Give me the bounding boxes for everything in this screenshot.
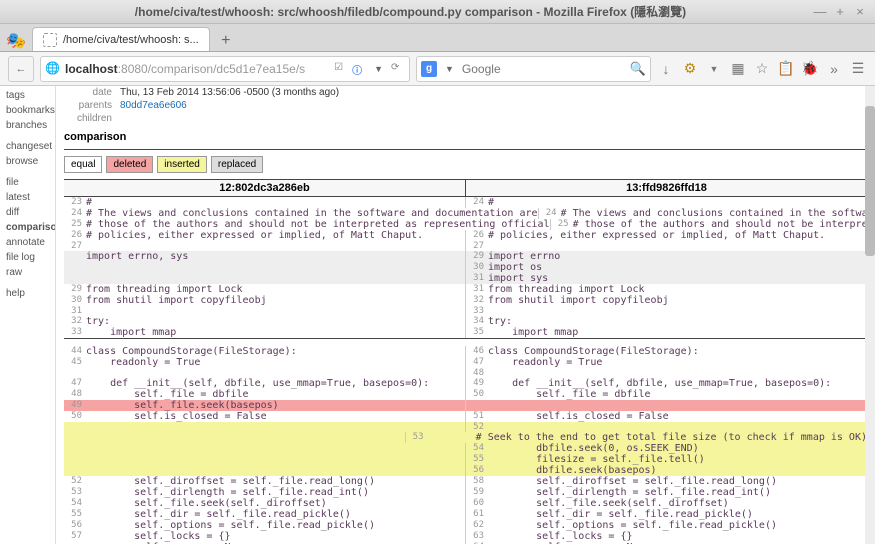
sidebar-item-help[interactable]: help [0,286,55,301]
search-engine-dropdown-icon[interactable]: ▼ [441,64,458,74]
url-text: localhost:8080/comparison/dc5d1e7ea15e/s [65,62,330,76]
sidebar-item-comparison[interactable]: comparison [0,220,55,235]
meta-date-label: date [64,87,112,98]
titlebar: /home/civa/test/whoosh: src/whoosh/filed… [0,0,875,24]
search-bar[interactable]: g ▼ 🔍 [416,56,651,82]
url-bar[interactable]: 🌐 localhost:8080/comparison/dc5d1e7ea15e… [40,56,410,82]
main-panel: date Thu, 13 Feb 2014 13:56:06 -0500 (3 m… [56,86,875,544]
reload-icon[interactable]: ⟳ [391,62,405,76]
tiles-icon[interactable]: ▦ [729,60,747,78]
diff-header-left: 12:802dc3a286eb [64,180,465,196]
close-button[interactable]: × [853,5,867,19]
sidebar-item-tags[interactable]: tags [0,88,55,103]
bookmark-star-icon[interactable]: ☆ [753,60,771,78]
window-title: /home/civa/test/whoosh: src/whoosh/filed… [8,3,813,20]
library-icon[interactable]: 📋 [777,60,795,78]
sidebar-item-branches[interactable]: branches [0,118,55,133]
sidebar-item-bookmarks[interactable]: bookmarks [0,103,55,118]
sidebar-item-file[interactable]: file [0,175,55,190]
addon-icon[interactable]: ⚙ [681,60,699,78]
minimize-button[interactable]: — [813,5,827,19]
new-tab-button[interactable]: + [216,31,236,51]
search-input[interactable] [462,62,626,76]
sidebar-item-browse[interactable]: browse [0,154,55,169]
reader-icon[interactable]: ☑ [334,62,348,76]
sidebar-item-annotate[interactable]: annotate [0,235,55,250]
sidebar-item-diff[interactable]: diff [0,205,55,220]
private-mask-icon: 🎭 [6,31,26,51]
bug-icon[interactable]: 🐞 [801,60,819,78]
favicon-icon [43,33,57,47]
sidebar-item-changeset[interactable]: changeset [0,139,55,154]
downloads-icon[interactable]: ↓ [657,60,675,78]
legend-equal: equal [64,156,102,173]
legend-replaced: replaced [211,156,263,173]
addon-dropdown-icon[interactable]: ▼ [705,60,723,78]
url-dropdown-icon[interactable]: ▼ [370,64,387,74]
maximize-button[interactable]: + [833,5,847,19]
search-icon[interactable]: 🔍 [630,61,646,77]
menu-icon[interactable]: ☰ [849,60,867,78]
info-icon[interactable]: ⓘ [352,62,366,76]
meta-date: Thu, 13 Feb 2014 13:56:06 -0500 (3 month… [120,87,339,98]
legend: equal deleted inserted replaced [64,156,867,173]
legend-inserted: inserted [157,156,207,173]
globe-icon: 🌐 [45,61,61,77]
comparison-heading: comparison [64,125,867,150]
back-button[interactable]: ← [8,56,34,82]
google-icon[interactable]: g [421,61,437,77]
content-area: tags bookmarks branches changeset browse… [0,86,875,544]
meta-parents-link[interactable]: 80dd7ea6e606 [120,100,187,111]
sidebar-item-latest[interactable]: latest [0,190,55,205]
sidebar-item-raw[interactable]: raw [0,265,55,280]
scrollbar-thumb[interactable] [865,106,875,256]
meta-parents-label: parents [64,100,112,111]
meta-children-label: children [64,113,112,124]
diff-header: 12:802dc3a286eb 13:ffd9826ffd18 [64,179,867,197]
tab-bar: 🎭 /home/civa/test/whoosh: s... + [0,24,875,52]
sidebar: tags bookmarks branches changeset browse… [0,86,56,544]
sidebar-item-filelog[interactable]: file log [0,250,55,265]
overflow-icon[interactable]: » [825,60,843,78]
diff-header-right: 13:ffd9826ffd18 [465,180,867,196]
toolbar: ← 🌐 localhost:8080/comparison/dc5d1e7ea1… [0,52,875,86]
diff-body: 23#24# 24# The views and conclusions con… [64,197,867,544]
scrollbar[interactable] [865,86,875,544]
legend-deleted: deleted [106,156,153,173]
tab-label: /home/civa/test/whoosh: s... [63,34,199,46]
browser-tab[interactable]: /home/civa/test/whoosh: s... [32,27,210,51]
